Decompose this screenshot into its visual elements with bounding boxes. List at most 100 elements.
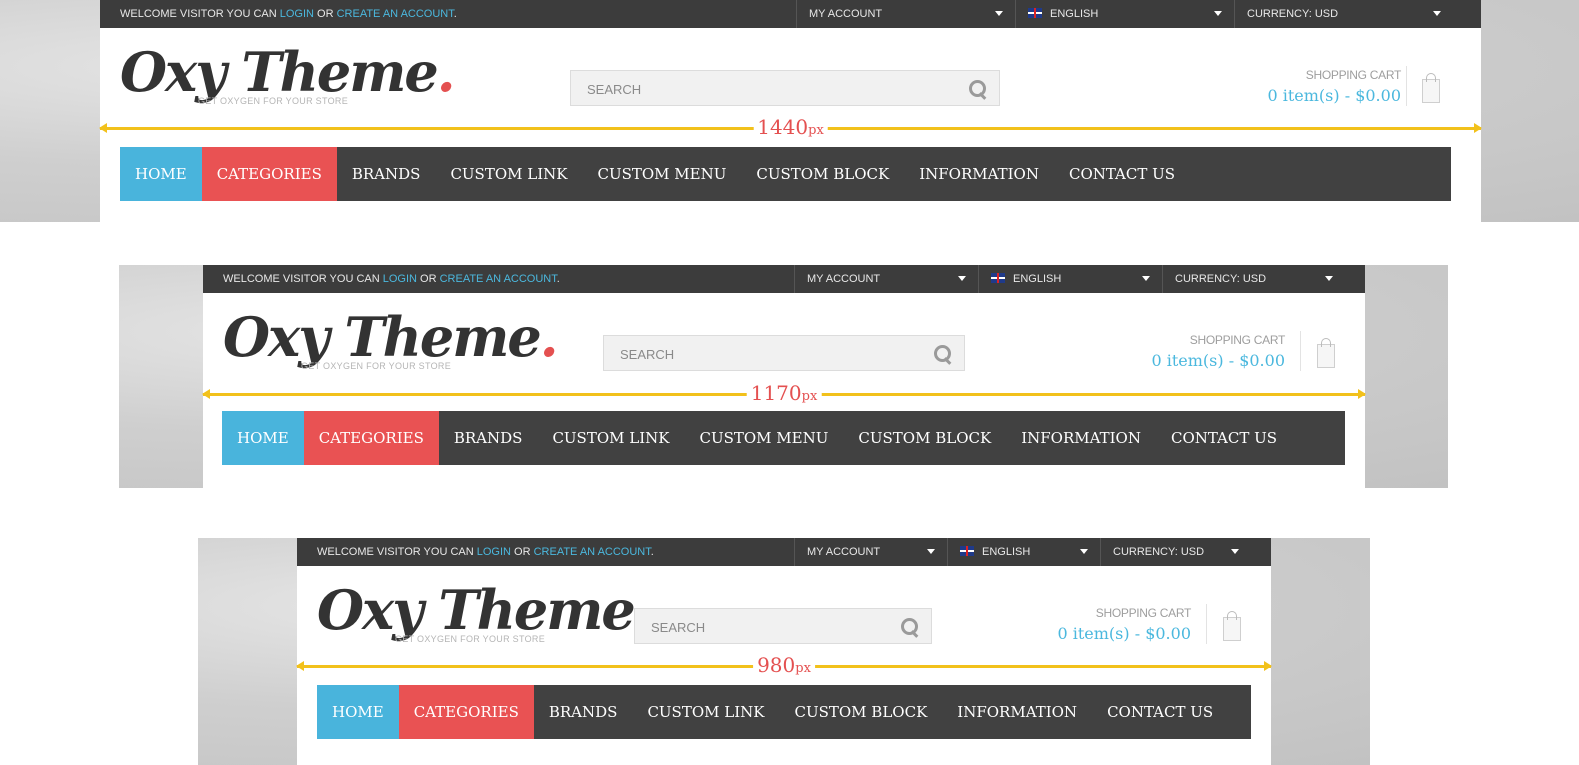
welcome-message: WELCOME VISITOR YOU CAN LOGIN OR CREATE …: [317, 546, 654, 558]
layout-preview-980: WELCOME VISITOR YOU CAN LOGIN OR CREATE …: [198, 538, 1370, 765]
nav-custom-block[interactable]: CUSTOM BLOCK: [843, 411, 1006, 465]
logo-wordmark: Oxy Theme.: [120, 40, 456, 104]
logo-tagline: GET OXYGEN FOR YOUR STORE: [395, 634, 546, 644]
dropdown-arrow-icon: [995, 11, 1003, 16]
login-link[interactable]: LOGIN: [280, 8, 314, 20]
nav-contact-us[interactable]: CONTACT US: [1156, 411, 1292, 465]
logo-wordmark: Oxy Theme.: [317, 578, 653, 642]
search-box: [603, 335, 965, 372]
logo-tagline: GET OXYGEN FOR YOUR STORE: [198, 96, 349, 106]
logo[interactable]: Oxy Theme. GET OXYGEN FOR YOUR STORE: [317, 578, 653, 648]
search-input[interactable]: [571, 71, 932, 107]
currency-dropdown[interactable]: CURRENCY: USD: [1100, 538, 1251, 566]
cart-total: 0 item(s) - $0.00: [1151, 351, 1285, 370]
my-account-dropdown[interactable]: MY ACCOUNT: [796, 0, 1015, 28]
my-account-dropdown[interactable]: MY ACCOUNT: [794, 538, 947, 566]
search-box: [634, 608, 932, 645]
search-icon[interactable]: [901, 618, 919, 636]
nav-brands[interactable]: BRANDS: [534, 685, 633, 739]
create-account-link[interactable]: CREATE AN ACCOUNT: [337, 8, 454, 20]
dropdown-arrow-icon: [1231, 549, 1239, 554]
width-indicator-1170: 1170px: [202, 381, 1366, 409]
logo-wordmark: Oxy Theme.: [223, 305, 559, 369]
shopping-bag-icon[interactable]: [1223, 611, 1241, 641]
nav-custom-menu[interactable]: CUSTOM MENU: [684, 411, 843, 465]
search-input[interactable]: [604, 336, 910, 372]
main-nav: HOME CATEGORIES BRANDS CUSTOM LINK CUSTO…: [317, 685, 1251, 739]
logo[interactable]: Oxy Theme. GET OXYGEN FOR YOUR STORE: [223, 305, 559, 375]
language-dropdown[interactable]: ENGLISH: [978, 265, 1162, 293]
shopping-bag-icon[interactable]: [1422, 73, 1440, 103]
nav-home[interactable]: HOME: [222, 411, 304, 465]
search-icon[interactable]: [969, 80, 987, 98]
logo-tagline: GET OXYGEN FOR YOUR STORE: [301, 361, 452, 371]
login-link[interactable]: LOGIN: [383, 273, 417, 285]
cart-label: SHOPPING CART: [1305, 68, 1402, 82]
cart-total: 0 item(s) - $0.00: [1057, 624, 1191, 643]
nav-contact-us[interactable]: CONTACT US: [1092, 685, 1228, 739]
cart-divider: [1406, 66, 1407, 106]
nav-contact-us[interactable]: CONTACT US: [1054, 147, 1190, 201]
shopping-bag-icon[interactable]: [1317, 338, 1335, 368]
width-indicator-980: 980px: [296, 653, 1272, 681]
nav-custom-link[interactable]: CUSTOM LINK: [632, 685, 779, 739]
nav-custom-link[interactable]: CUSTOM LINK: [435, 147, 582, 201]
logo[interactable]: Oxy Theme. GET OXYGEN FOR YOUR STORE: [120, 40, 456, 110]
dropdown-arrow-icon: [1214, 11, 1222, 16]
main-nav: HOME CATEGORIES BRANDS CUSTOM LINK CUSTO…: [222, 411, 1345, 465]
dropdown-arrow-icon: [1433, 11, 1441, 16]
currency-dropdown[interactable]: CURRENCY: USD: [1234, 0, 1453, 28]
top-bar: WELCOME VISITOR YOU CAN LOGIN OR CREATE …: [297, 538, 1271, 566]
layout-preview-1170: WELCOME VISITOR YOU CAN LOGIN OR CREATE …: [119, 265, 1448, 488]
welcome-message: WELCOME VISITOR YOU CAN LOGIN OR CREATE …: [120, 8, 457, 20]
shopping-cart[interactable]: SHOPPING CART 0 item(s) - $0.00: [1057, 606, 1191, 643]
nav-custom-menu[interactable]: CUSTOM MENU: [582, 147, 741, 201]
dropdown-arrow-icon: [1142, 276, 1150, 281]
currency-dropdown[interactable]: CURRENCY: USD: [1162, 265, 1345, 293]
welcome-message: WELCOME VISITOR YOU CAN LOGIN OR CREATE …: [223, 273, 560, 285]
site-frame: WELCOME VISITOR YOU CAN LOGIN OR CREATE …: [99, 0, 1482, 222]
uk-flag-icon: [960, 546, 974, 556]
main-nav: HOME CATEGORIES BRANDS CUSTOM LINK CUSTO…: [120, 147, 1451, 201]
nav-information[interactable]: INFORMATION: [904, 147, 1054, 201]
nav-custom-link[interactable]: CUSTOM LINK: [537, 411, 684, 465]
my-account-dropdown[interactable]: MY ACCOUNT: [794, 265, 978, 293]
nav-brands[interactable]: BRANDS: [337, 147, 436, 201]
nav-home[interactable]: HOME: [317, 685, 399, 739]
language-dropdown[interactable]: ENGLISH: [1015, 0, 1234, 28]
create-account-link[interactable]: CREATE AN ACCOUNT: [440, 273, 557, 285]
width-label: 1440px: [753, 115, 828, 143]
nav-custom-block[interactable]: CUSTOM BLOCK: [741, 147, 904, 201]
uk-flag-icon: [991, 273, 1005, 283]
language-dropdown[interactable]: ENGLISH: [947, 538, 1100, 566]
create-account-link[interactable]: CREATE AN ACCOUNT: [534, 546, 651, 558]
search-icon[interactable]: [934, 345, 952, 363]
dropdown-arrow-icon: [1325, 276, 1333, 281]
site-frame: WELCOME VISITOR YOU CAN LOGIN OR CREATE …: [202, 265, 1366, 488]
dropdown-arrow-icon: [1080, 549, 1088, 554]
uk-flag-icon: [1028, 8, 1042, 18]
nav-brands[interactable]: BRANDS: [439, 411, 538, 465]
dropdown-arrow-icon: [927, 549, 935, 554]
nav-information[interactable]: INFORMATION: [942, 685, 1092, 739]
width-indicator-1440: 1440px: [99, 115, 1482, 143]
nav-categories[interactable]: CATEGORIES: [201, 147, 337, 201]
cart-label: SHOPPING CART: [1095, 606, 1192, 620]
top-bar: WELCOME VISITOR YOU CAN LOGIN OR CREATE …: [100, 0, 1481, 28]
nav-information[interactable]: INFORMATION: [1006, 411, 1156, 465]
cart-divider: [1206, 604, 1207, 644]
site-frame: WELCOME VISITOR YOU CAN LOGIN OR CREATE …: [296, 538, 1272, 765]
search-box: [570, 70, 1000, 107]
shopping-cart[interactable]: SHOPPING CART 0 item(s) - $0.00: [1151, 333, 1285, 370]
nav-home[interactable]: HOME: [120, 147, 202, 201]
cart-label: SHOPPING CART: [1189, 333, 1286, 347]
nav-categories[interactable]: CATEGORIES: [303, 411, 439, 465]
search-input[interactable]: [635, 609, 890, 645]
shopping-cart[interactable]: SHOPPING CART 0 item(s) - $0.00: [1267, 68, 1401, 105]
width-label: 1170px: [746, 381, 822, 409]
nav-custom-block[interactable]: CUSTOM BLOCK: [779, 685, 942, 739]
nav-categories[interactable]: CATEGORIES: [398, 685, 534, 739]
cart-divider: [1300, 331, 1301, 371]
login-link[interactable]: LOGIN: [477, 546, 511, 558]
dropdown-arrow-icon: [958, 276, 966, 281]
